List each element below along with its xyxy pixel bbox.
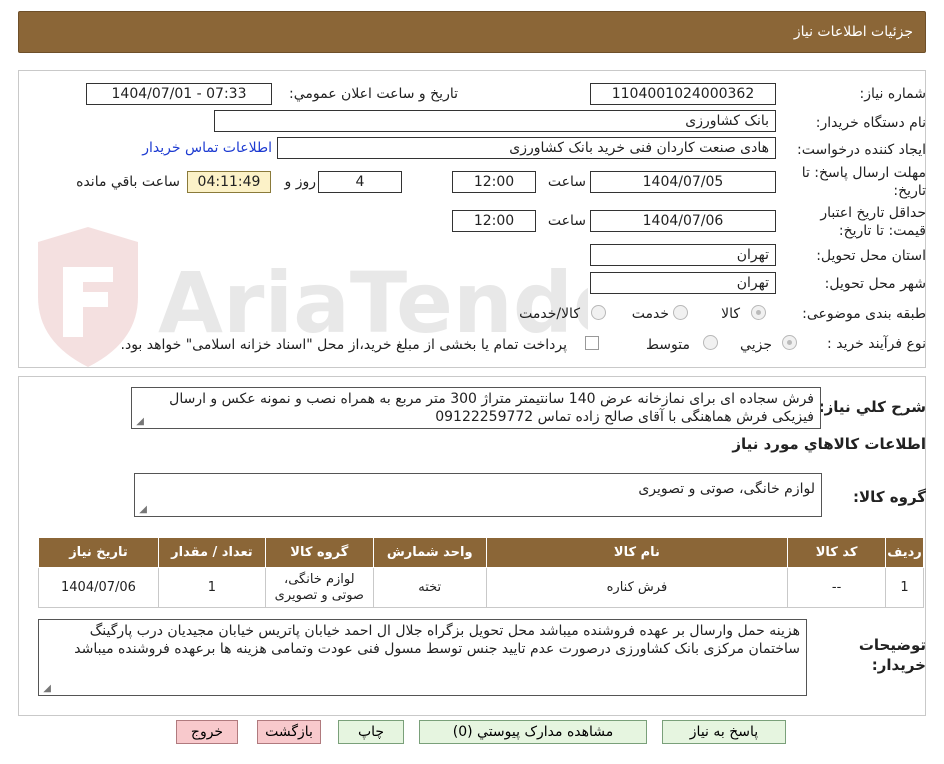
validity-time-field[interactable]: 12:00: [452, 210, 536, 232]
cell-code: --: [787, 567, 887, 608]
goods-group-label: گروه کالا:: [853, 488, 926, 506]
category-goods-radio[interactable]: [751, 305, 766, 320]
back-button[interactable]: بازگشت: [257, 720, 321, 744]
requester-label: ايجاد کننده درخواست:: [797, 142, 926, 158]
buyer-notes-label-line2: خريدار:: [871, 656, 926, 674]
column-header-quantity: تعداد / مقدار: [157, 537, 266, 568]
need-number-field[interactable]: 1104001024000362: [590, 83, 776, 105]
goods-group-textarea[interactable]: لوازم خانگی، صوتی و تصویری ◢: [134, 473, 822, 517]
need-number-label: شماره نیاز:: [859, 86, 927, 102]
category-label: طبقه بندی موضوعی:: [802, 306, 926, 322]
announce-date-label: تاریخ و ساعت اعلان عمومي:: [289, 86, 458, 102]
treasury-payment-checkbox[interactable]: [585, 336, 599, 350]
resize-grip-icon[interactable]: ◢: [139, 505, 147, 515]
process-medium-radio[interactable]: [703, 335, 718, 350]
days-label: روز و: [284, 174, 317, 190]
remaining-time-label: ساعت باقي مانده: [76, 174, 180, 190]
process-type-label: نوع فرآيند خريد :: [827, 336, 926, 352]
buyer-contact-link[interactable]: اطلاعات تماس خريدار: [142, 140, 272, 156]
city-field[interactable]: تهران: [590, 272, 776, 294]
cell-row-number: 1: [885, 567, 924, 608]
process-partial-label: جزيي: [740, 337, 772, 353]
announce-date-field[interactable]: 1404/07/01 - 07:33: [86, 83, 272, 105]
view-attachments-button[interactable]: مشاهده مدارک پيوستي (0): [419, 720, 647, 744]
category-service-radio[interactable]: [673, 305, 688, 320]
goods-group-text: لوازم خانگی، صوتی و تصویری: [638, 481, 815, 497]
deadline-time-field[interactable]: 12:00: [452, 171, 536, 193]
deadline-label-line1: مهلت ارسال پاسخ: تا: [801, 165, 926, 181]
cell-group: لوازم خانگی، صوتی و تصویری: [264, 567, 374, 608]
treasury-payment-note: پرداخت تمام یا بخشی از مبلغ خرید،از محل …: [120, 337, 567, 353]
buyer-notes-label-line1: توضيحات: [858, 636, 926, 654]
resize-grip-icon[interactable]: ◢: [136, 417, 144, 427]
reply-button[interactable]: پاسخ به نياز: [662, 720, 786, 744]
buyer-org-label: نام دستگاه خريدار:: [815, 115, 926, 131]
buyer-notes-text: هزینه حمل وارسال بر عهده فروشنده میباشد …: [74, 623, 800, 657]
page-header: جزئیات اطلاعات نیاز: [18, 11, 926, 53]
column-header-unit: واحد شمارش: [372, 537, 487, 568]
validity-label-line2: قيمت: تا تاريخ:: [838, 223, 926, 239]
province-label: استان محل تحويل:: [816, 248, 926, 264]
column-header-name: نام کالا: [485, 537, 789, 568]
description-label: شرح کلي نياز:: [818, 398, 926, 416]
goods-table: رديف کد کالا نام کالا واحد شمارش گروه کا…: [38, 537, 924, 608]
process-medium-label: متوسط: [646, 337, 690, 353]
city-label: شهر محل تحويل:: [824, 276, 926, 292]
validity-date-field[interactable]: 1404/07/06: [590, 210, 776, 232]
remaining-time-field: 04:11:49: [187, 171, 271, 193]
cell-quantity: 1: [157, 567, 266, 608]
table-row: 1 -- فرش کناره تخته لوازم خانگی، صوتی و …: [38, 567, 924, 608]
days-remaining-field[interactable]: 4: [318, 171, 402, 193]
page-title: جزئیات اطلاعات نیاز: [793, 24, 913, 40]
category-goods-service-label: کالا/خدمت: [519, 306, 580, 322]
province-field[interactable]: تهران: [590, 244, 776, 266]
process-partial-radio[interactable]: [782, 335, 797, 350]
category-goods-service-radio[interactable]: [591, 305, 606, 320]
resize-grip-icon[interactable]: ◢: [43, 684, 51, 694]
cell-name: فرش کناره: [485, 567, 789, 608]
column-header-need-date: تاريخ نياز: [38, 537, 159, 568]
description-text: فرش سجاده ای برای نمازخانه عرض 140 سانتی…: [169, 391, 814, 425]
deadline-label-line2: تاریخ:: [893, 183, 926, 199]
requester-field[interactable]: هادی صنعت کاردان فنی خرید بانک کشاورزی: [277, 137, 776, 159]
category-goods-label: کالا: [721, 306, 740, 322]
column-header-row-number: رديف: [885, 537, 924, 568]
column-header-code: کد کالا: [787, 537, 887, 568]
cell-need-date: 1404/07/06: [38, 567, 159, 608]
deadline-time-label: ساعت: [547, 174, 586, 190]
buyer-notes-textarea[interactable]: هزینه حمل وارسال بر عهده فروشنده میباشد …: [38, 619, 807, 696]
table-header-row: رديف کد کالا نام کالا واحد شمارش گروه کا…: [38, 537, 924, 568]
category-service-label: خدمت: [631, 306, 669, 322]
goods-section-title: اطلاعات کالاهاي مورد نياز: [732, 435, 926, 453]
validity-label-line1: حداقل تاريخ اعتبار: [820, 205, 926, 221]
validity-time-label: ساعت: [547, 213, 586, 229]
column-header-group: گروه کالا: [264, 537, 374, 568]
description-textarea[interactable]: فرش سجاده ای برای نمازخانه عرض 140 سانتی…: [131, 387, 821, 429]
exit-button[interactable]: خروج: [176, 720, 238, 744]
buyer-org-field[interactable]: بانک کشاورزی: [214, 110, 776, 132]
cell-unit: تخته: [372, 567, 487, 608]
print-button[interactable]: چاپ: [338, 720, 404, 744]
deadline-date-field[interactable]: 1404/07/05: [590, 171, 776, 193]
